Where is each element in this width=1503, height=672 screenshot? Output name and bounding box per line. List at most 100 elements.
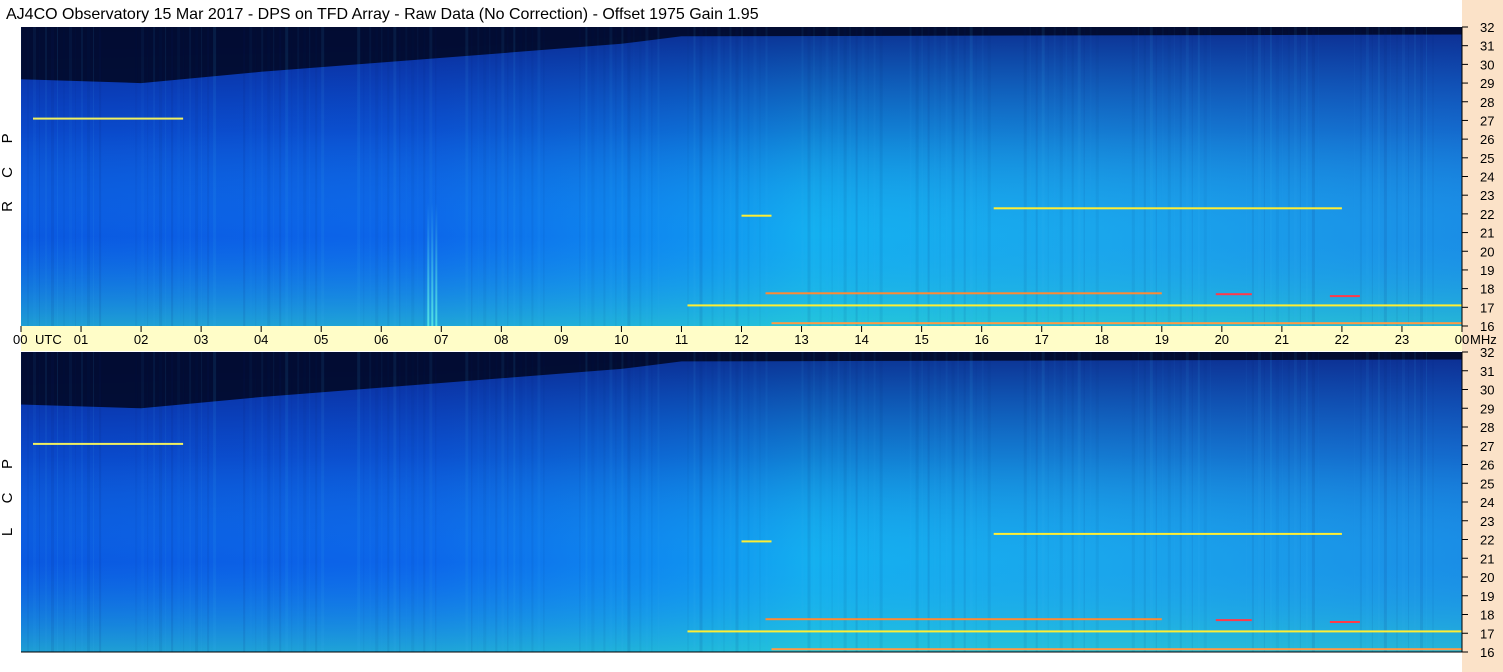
noise-streak bbox=[393, 27, 397, 326]
interference-line bbox=[765, 618, 1162, 621]
noise-streak bbox=[1377, 352, 1380, 652]
polarization-letter: L bbox=[0, 528, 16, 536]
noise-streak bbox=[1275, 352, 1279, 652]
noise-streak bbox=[717, 27, 721, 326]
noise-streak bbox=[1402, 352, 1405, 652]
noise-streak bbox=[729, 352, 732, 652]
noise-streak bbox=[249, 352, 253, 652]
noise-streak bbox=[1257, 352, 1261, 652]
noise-streak bbox=[141, 27, 145, 326]
x-tick-label: 23 bbox=[1395, 332, 1409, 347]
noise-streak bbox=[183, 352, 185, 652]
noise-streak bbox=[1383, 352, 1387, 652]
y-tick-label: 32 bbox=[1480, 20, 1494, 35]
noise-streak bbox=[843, 352, 847, 652]
noise-streak bbox=[627, 352, 631, 652]
noise-streak bbox=[81, 27, 83, 326]
x-tick-label: 08 bbox=[494, 332, 508, 347]
noise-streak bbox=[1161, 352, 1164, 652]
noise-streak bbox=[75, 27, 76, 326]
interference-line bbox=[765, 292, 1162, 295]
noise-streak bbox=[1245, 27, 1247, 326]
noise-streak bbox=[639, 27, 642, 326]
noise-streak bbox=[1059, 27, 1063, 326]
noise-streak bbox=[603, 352, 606, 652]
noise-streak bbox=[1053, 27, 1056, 326]
noise-streak bbox=[423, 352, 426, 652]
interference-line bbox=[771, 648, 1462, 651]
noise-streak bbox=[1029, 352, 1031, 652]
noise-streak bbox=[699, 352, 703, 652]
noise-streak bbox=[393, 352, 397, 652]
noise-streak bbox=[591, 27, 595, 326]
noise-streak bbox=[303, 352, 307, 652]
noise-streak bbox=[591, 352, 595, 652]
noise-streak bbox=[687, 352, 689, 652]
noise-streak bbox=[189, 27, 192, 326]
chart-title: AJ4CO Observatory 15 Mar 2017 - DPS on T… bbox=[6, 6, 759, 23]
x-tick-label: 19 bbox=[1155, 332, 1169, 347]
noise-streak bbox=[1245, 352, 1247, 652]
noise-streak bbox=[1041, 352, 1045, 652]
noise-streak bbox=[837, 352, 840, 652]
noise-streak bbox=[417, 352, 419, 652]
noise-streak bbox=[1071, 352, 1074, 652]
noise-streak bbox=[267, 27, 271, 326]
noise-streak bbox=[1426, 27, 1427, 326]
noise-streak bbox=[429, 352, 433, 652]
y-tick-label: 22 bbox=[1480, 207, 1494, 222]
noise-streak bbox=[741, 352, 743, 652]
noise-streak bbox=[387, 27, 390, 326]
y-tick-label: 32 bbox=[1480, 345, 1494, 360]
noise-streak bbox=[849, 27, 851, 326]
noise-streak bbox=[1167, 27, 1171, 326]
noise-streak bbox=[933, 27, 937, 326]
left-label-strip bbox=[0, 27, 21, 672]
y-tick-label: 19 bbox=[1480, 589, 1494, 604]
y-tick-label: 16 bbox=[1480, 645, 1494, 660]
noise-streak bbox=[1077, 27, 1081, 326]
noise-streak bbox=[411, 27, 415, 326]
noise-streak bbox=[801, 27, 804, 326]
noise-streak bbox=[1083, 27, 1085, 326]
noise-streak bbox=[579, 27, 581, 326]
noise-streak bbox=[21, 352, 22, 652]
noise-streak bbox=[1173, 27, 1175, 326]
noise-streak bbox=[693, 352, 696, 652]
noise-streak bbox=[813, 352, 815, 652]
interference-line bbox=[1215, 293, 1252, 296]
noise-streak bbox=[945, 27, 948, 326]
noise-streak bbox=[471, 27, 473, 326]
noise-streak bbox=[153, 352, 156, 652]
noise-streak bbox=[27, 352, 29, 652]
noise-streak bbox=[285, 352, 289, 652]
noise-streak bbox=[45, 27, 47, 326]
x-tick-label: 05 bbox=[314, 332, 328, 347]
noise-streak bbox=[837, 27, 840, 326]
noise-streak bbox=[525, 352, 527, 652]
noise-streak bbox=[501, 27, 505, 326]
noise-streak bbox=[63, 352, 65, 652]
noise-streak bbox=[1167, 352, 1171, 652]
noise-streak bbox=[765, 352, 768, 652]
noise-streak bbox=[369, 352, 372, 652]
noise-streak bbox=[309, 352, 311, 652]
noise-streak bbox=[33, 27, 36, 326]
noise-streak bbox=[585, 352, 588, 652]
noise-streak bbox=[495, 352, 498, 652]
y-tick-label: 31 bbox=[1480, 364, 1494, 379]
x-tick-label: 14 bbox=[854, 332, 868, 347]
noise-streak bbox=[135, 27, 138, 326]
noise-streak bbox=[483, 352, 487, 652]
x-tick-label: 16 bbox=[974, 332, 988, 347]
noise-streak bbox=[93, 27, 94, 326]
noise-streak bbox=[147, 27, 149, 326]
noise-streak bbox=[321, 352, 325, 652]
noise-streak bbox=[609, 27, 613, 326]
noise-streak bbox=[963, 27, 966, 326]
noise-streak bbox=[57, 27, 58, 326]
noise-streak bbox=[1353, 27, 1355, 326]
noise-streak bbox=[855, 27, 858, 326]
noise-streak bbox=[831, 27, 833, 326]
y-tick-label: 17 bbox=[1480, 300, 1494, 315]
